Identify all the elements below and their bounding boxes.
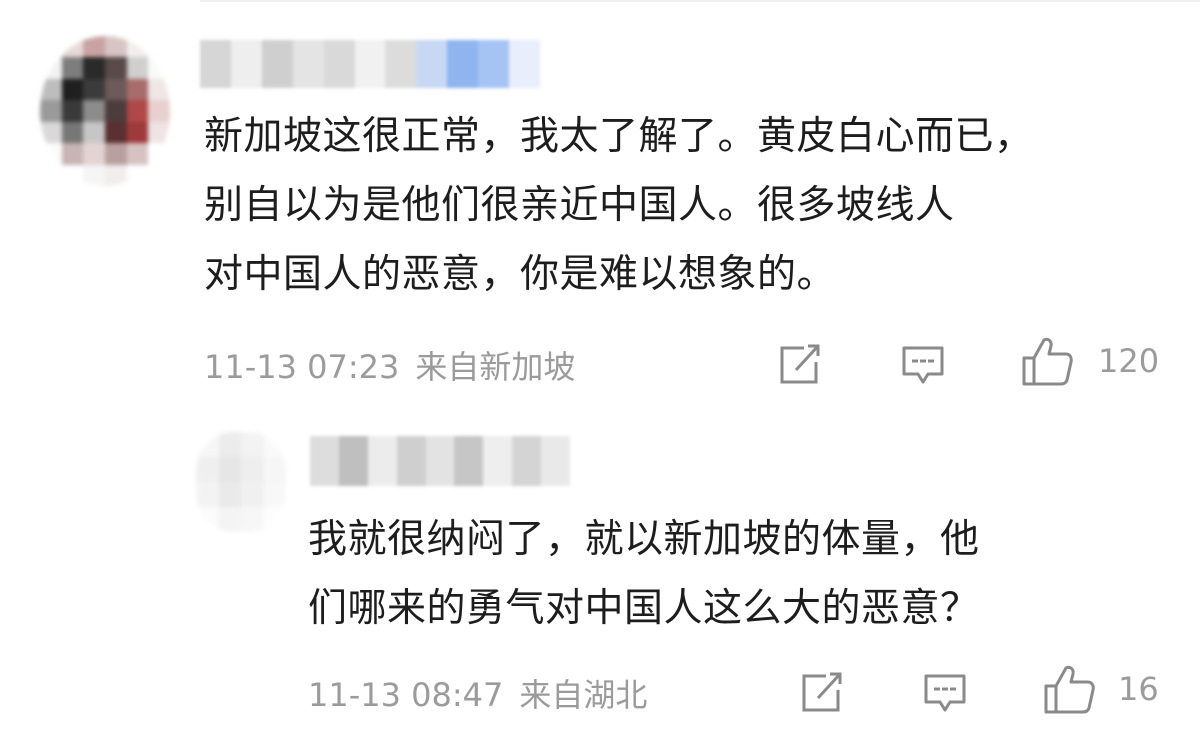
divider <box>200 0 1200 2</box>
comment-line: 新加坡这很正常，我太了解了。黄皮白心而已， <box>204 114 1034 159</box>
comment-list: 新加坡这很正常，我太了解了。黄皮白心而已， 别自以为是他们很亲近中国人。很多坡线… <box>0 0 1200 737</box>
comment-text: 新加坡这很正常，我太了解了。黄皮白心而已， 别自以为是他们很亲近中国人。很多坡线… <box>204 102 1034 309</box>
share-icon[interactable] <box>792 668 850 718</box>
avatar[interactable] <box>40 36 170 186</box>
like-icon[interactable] <box>1018 334 1076 390</box>
comment-location: 来自新加坡 <box>415 348 576 386</box>
comment-line: 我就很纳闷了，就以新加坡的体量，他 <box>308 517 980 562</box>
comment-time: 11-13 08:47 <box>308 676 504 714</box>
like-count: 120 <box>1098 342 1160 380</box>
comment-meta: 11-13 08:47 来自湖北 <box>308 670 647 716</box>
share-icon[interactable] <box>770 340 828 390</box>
comment-text: 我就很纳闷了，就以新加坡的体量，他 们哪来的勇气对中国人这么大的恶意？ <box>308 505 980 643</box>
reply-icon[interactable] <box>916 668 974 718</box>
author-name[interactable] <box>310 436 571 486</box>
like-icon[interactable] <box>1040 662 1098 718</box>
comment-line: 对中国人的恶意，你是难以想象的。 <box>204 252 837 297</box>
comment-time: 11-13 07:23 <box>204 348 400 386</box>
reply-icon[interactable] <box>894 340 952 390</box>
comment-line: 们哪来的勇气对中国人这么大的恶意？ <box>308 586 980 631</box>
avatar[interactable] <box>196 432 286 532</box>
comment-line: 别自以为是他们很亲近中国人。很多坡线人 <box>204 183 955 228</box>
like-count: 16 <box>1118 670 1159 708</box>
author-name[interactable] <box>200 40 540 88</box>
comment-location: 来自湖北 <box>519 676 648 714</box>
comment-meta: 11-13 07:23 来自新加坡 <box>204 342 575 388</box>
